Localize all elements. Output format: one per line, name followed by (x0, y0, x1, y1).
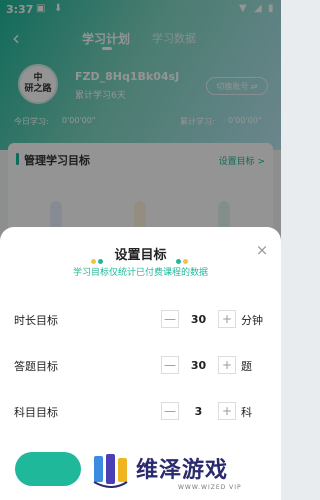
sheet-title: 设置目标 (114, 248, 167, 263)
watermark-logo-icon (93, 454, 128, 488)
subjects-stepper: — 3 + (161, 401, 236, 421)
minus-button[interactable]: — (161, 310, 179, 328)
subjects-value[interactable]: 3 (179, 405, 218, 418)
close-icon[interactable]: × (255, 243, 269, 258)
minus-button[interactable]: — (161, 356, 179, 374)
watermark-url: WWW.WIZED VIP (178, 484, 242, 491)
duration-value[interactable]: 30 (179, 313, 218, 326)
duration-unit: 分钟 (241, 314, 263, 327)
sheet-subtitle: 学习目标仅统计已付费课程的数据 (72, 268, 208, 278)
goal-label-duration: 时长目标 (14, 314, 58, 327)
confirm-button[interactable] (15, 452, 81, 486)
questions-stepper: — 30 + (161, 355, 236, 375)
watermark-brand: 维泽游戏 (136, 458, 229, 483)
plus-button[interactable]: + (218, 310, 236, 328)
subjects-unit: 科 (241, 406, 252, 419)
duration-stepper: — 30 + (161, 309, 236, 329)
plus-button[interactable]: + (218, 356, 236, 374)
goal-label-questions: 答题目标 (14, 360, 58, 373)
minus-button[interactable]: — (161, 402, 179, 420)
questions-value[interactable]: 30 (179, 359, 218, 372)
plus-button[interactable]: + (218, 402, 236, 420)
goal-label-subjects: 科目目标 (14, 406, 58, 419)
questions-unit: 题 (241, 360, 252, 373)
